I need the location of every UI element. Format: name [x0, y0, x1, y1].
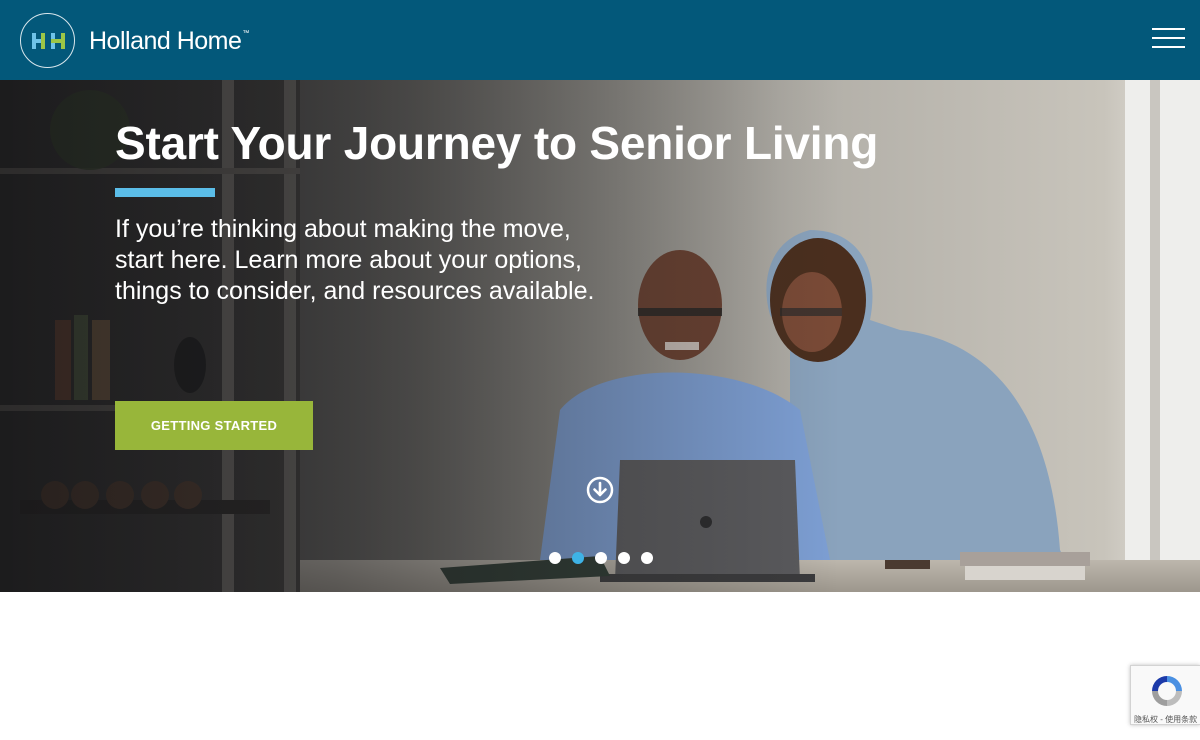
carousel-pagination	[549, 552, 653, 564]
carousel-dot-2[interactable]	[572, 552, 584, 564]
hero-carousel: Start Your Journey to Senior Living If y…	[0, 80, 1200, 592]
trademark-symbol: ™	[242, 29, 249, 37]
hero-subtitle: If you’re thinking about making the move…	[115, 215, 595, 305]
carousel-dot-4[interactable]	[618, 552, 630, 564]
brand-name: Holland Home™	[89, 26, 249, 55]
recaptcha-icon	[1152, 676, 1182, 706]
site-header: Holland Home™	[0, 0, 1200, 80]
carousel-dot-5[interactable]	[641, 552, 653, 564]
hh-monogram-icon	[20, 12, 75, 68]
recaptcha-badge[interactable]: 隐私权 - 使用条款	[1130, 665, 1200, 725]
brand-logo[interactable]: Holland Home™	[20, 11, 249, 69]
carousel-dot-1[interactable]	[549, 552, 561, 564]
carousel-dot-3[interactable]	[595, 552, 607, 564]
hero-accent-rule	[115, 188, 215, 197]
recaptcha-footer-text[interactable]: 隐私权 - 使用条款	[1134, 714, 1200, 725]
hero-title: Start Your Journey to Senior Living	[115, 117, 879, 169]
hamburger-menu-icon[interactable]	[1152, 26, 1185, 50]
getting-started-button[interactable]: GETTING STARTED	[115, 401, 313, 450]
arrow-down-circle-icon[interactable]	[586, 476, 614, 504]
